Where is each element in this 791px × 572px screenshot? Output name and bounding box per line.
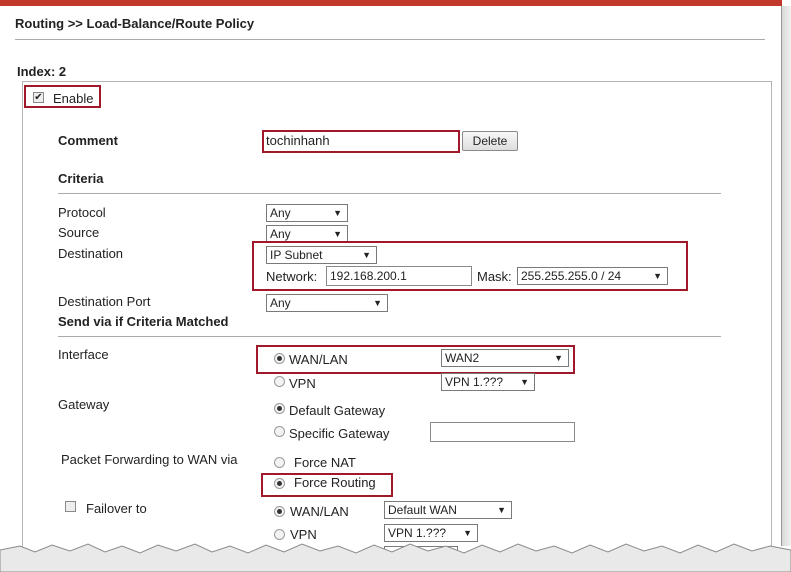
- failover-wan-value: Default WAN: [388, 503, 457, 517]
- source-label: Source: [58, 225, 100, 240]
- mask-select[interactable]: 255.255.255.0 / 24 ▼: [517, 267, 668, 285]
- packet-forwarding-label: Packet Forwarding to WAN via: [61, 452, 238, 467]
- send-via-heading: Send via if Criteria Matched: [58, 314, 229, 329]
- send-via-divider: [58, 336, 721, 337]
- gateway-default-radio[interactable]: [274, 403, 285, 414]
- destination-port-label: Destination Port: [58, 294, 151, 309]
- destination-type-value: IP Subnet: [270, 248, 323, 262]
- network-input[interactable]: 192.168.200.1: [326, 266, 472, 286]
- interface-wan-value: WAN2: [445, 351, 480, 365]
- comment-input[interactable]: tochinhanh: [266, 133, 330, 148]
- failover-wanlan-radio[interactable]: [274, 506, 285, 517]
- index-label: Index: 2: [17, 64, 67, 79]
- chevron-down-icon: ▼: [520, 377, 529, 387]
- interface-vpn-value: VPN 1.???: [445, 375, 504, 389]
- interface-wanlan-label: WAN/LAN: [289, 352, 348, 367]
- top-accent-bar: [0, 0, 782, 6]
- destination-label: Destination: [58, 246, 124, 261]
- mask-value: 255.255.255.0 / 24: [521, 269, 622, 283]
- chevron-down-icon: ▼: [333, 229, 342, 239]
- gateway-specific-radio[interactable]: [274, 426, 285, 437]
- criteria-divider: [58, 193, 721, 194]
- torn-edge-decoration: [0, 543, 791, 572]
- force-routing-radio[interactable]: [274, 478, 285, 489]
- interface-label: Interface: [58, 347, 109, 362]
- force-routing-label: Force Routing: [294, 475, 376, 490]
- gateway-specific-label: Specific Gateway: [289, 426, 390, 441]
- title-divider: [15, 39, 765, 40]
- chevron-down-icon: ▼: [653, 271, 662, 281]
- destination-port-value: Any: [270, 296, 291, 310]
- protocol-label: Protocol: [58, 205, 106, 220]
- destination-port-select[interactable]: Any ▼: [266, 294, 388, 312]
- failover-vpn-radio[interactable]: [274, 529, 285, 540]
- enable-checkbox[interactable]: ✔: [33, 92, 44, 103]
- failover-checkbox[interactable]: [65, 501, 76, 512]
- delete-button[interactable]: Delete: [462, 131, 518, 151]
- interface-wan-select[interactable]: WAN2 ▼: [441, 349, 569, 367]
- failover-vpn-value: VPN 1.???: [388, 526, 447, 540]
- enable-label: Enable: [53, 91, 94, 106]
- failover-wan-select[interactable]: Default WAN ▼: [384, 501, 512, 519]
- comment-label: Comment: [58, 133, 118, 148]
- failover-label: Failover to: [86, 501, 147, 516]
- mask-label: Mask:: [477, 269, 512, 284]
- chevron-down-icon: ▼: [497, 505, 506, 515]
- interface-wanlan-radio[interactable]: [274, 353, 285, 364]
- interface-vpn-radio[interactable]: [274, 376, 285, 387]
- page-title: Routing >> Load-Balance/Route Policy: [15, 16, 255, 31]
- gateway-specific-input[interactable]: [430, 422, 575, 442]
- force-nat-radio[interactable]: [274, 457, 285, 468]
- destination-type-select[interactable]: IP Subnet ▼: [266, 246, 377, 264]
- interface-vpn-label: VPN: [289, 376, 316, 391]
- window-frame-edge: [781, 6, 791, 546]
- chevron-down-icon: ▼: [554, 353, 563, 363]
- force-nat-label: Force NAT: [294, 455, 356, 470]
- gateway-default-label: Default Gateway: [289, 403, 386, 418]
- gateway-label: Gateway: [58, 397, 110, 412]
- chevron-down-icon: ▼: [463, 528, 472, 538]
- network-label: Network:: [266, 269, 318, 284]
- failover-wanlan-label: WAN/LAN: [290, 504, 349, 519]
- protocol-select[interactable]: Any ▼: [266, 204, 348, 222]
- protocol-value: Any: [270, 206, 291, 220]
- criteria-heading: Criteria: [58, 171, 104, 186]
- chevron-down-icon: ▼: [373, 298, 382, 308]
- interface-vpn-select[interactable]: VPN 1.??? ▼: [441, 373, 535, 391]
- chevron-down-icon: ▼: [362, 250, 371, 260]
- chevron-down-icon: ▼: [333, 208, 342, 218]
- source-value: Any: [270, 227, 291, 241]
